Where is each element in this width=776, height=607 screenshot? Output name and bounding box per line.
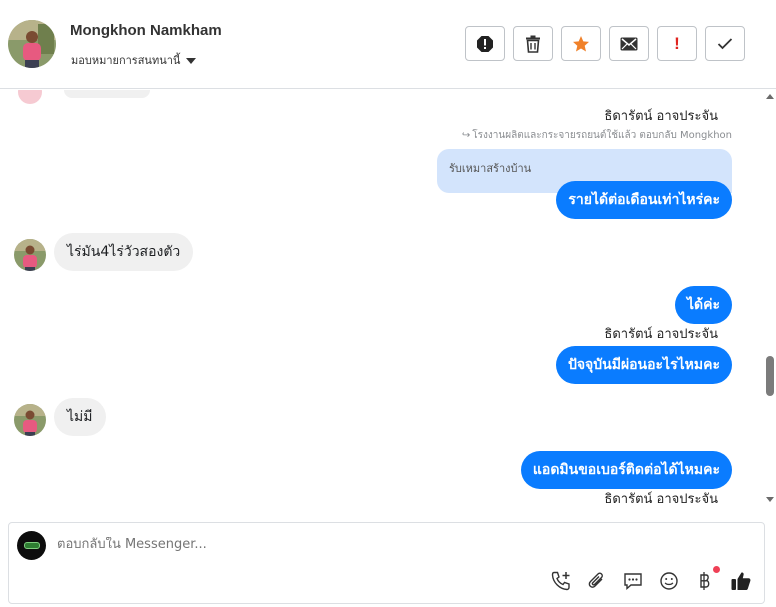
assign-conversation-dropdown[interactable]: มอบหมายการสนทนานี้ <box>71 51 197 69</box>
exclamation-icon: ! <box>674 33 680 53</box>
sender-name: ธิดารัตน์ อาจประจัน <box>604 492 718 507</box>
caret-down-icon <box>186 57 197 64</box>
reply-composer <box>8 522 765 604</box>
attach-file-button[interactable] <box>586 569 608 593</box>
outgoing-message[interactable]: แอดมินขอเบอร์ติดต่อได้ไหมคะ <box>520 451 732 489</box>
mark-unread-button[interactable] <box>609 26 649 61</box>
partial-message-bubble <box>64 90 150 98</box>
star-button[interactable] <box>561 26 601 61</box>
assign-label: มอบหมายการสนทนานี้ <box>71 54 181 67</box>
thread-scrollbar[interactable] <box>763 90 776 508</box>
contact-name[interactable]: Mongkhon Namkham <box>70 22 222 39</box>
envelope-icon <box>620 37 638 50</box>
saved-replies-icon <box>624 573 642 591</box>
sender-name: ธิดารัตน์ อาจประจัน <box>604 109 718 124</box>
add-call-button[interactable] <box>550 569 572 593</box>
sender-name: ธิดารัตน์ อาจประจัน <box>604 327 718 342</box>
reply-arrow-icon: ↪ <box>461 130 471 141</box>
outgoing-message[interactable]: ปัจจุบันมีผ่อนอะไรไหมคะ <box>555 346 732 384</box>
notification-dot <box>713 566 720 573</box>
reply-input[interactable] <box>57 537 737 552</box>
check-icon <box>717 38 733 50</box>
alert-octagon-icon <box>477 35 493 52</box>
mark-done-button[interactable] <box>705 26 745 61</box>
payment-button[interactable] <box>694 566 720 593</box>
delete-button[interactable] <box>513 26 553 61</box>
page-avatar <box>17 531 46 560</box>
add-call-icon <box>551 571 570 591</box>
composer-toolbar <box>550 566 752 593</box>
saved-replies-button[interactable] <box>622 569 644 593</box>
report-spam-button[interactable] <box>465 26 505 61</box>
attachment-icon <box>588 572 603 588</box>
like-button[interactable] <box>730 569 752 593</box>
like-icon <box>731 572 751 590</box>
conversation-header: Mongkhon Namkham มอบหมายการสนทนานี้ ! <box>0 0 776 89</box>
contact-avatar[interactable] <box>8 20 56 68</box>
contact-message-avatar[interactable] <box>14 404 46 436</box>
mark-important-button[interactable]: ! <box>657 26 697 61</box>
reply-context: ↪ โรงงานผลิตและกระจายรถยนต์ใช้แล้ว ตอบกล… <box>462 128 732 143</box>
reply-context-text: โรงงานผลิตและกระจายรถยนต์ใช้แล้ว ตอบกลับ… <box>472 130 732 141</box>
emoji-icon <box>660 572 678 590</box>
message-thread[interactable]: ธิดารัตน์ อาจประจัน ↪ โรงงานผลิตและกระจา… <box>0 90 763 508</box>
incoming-message[interactable]: ไม่มี <box>54 398 106 436</box>
trash-icon <box>526 35 540 53</box>
header-actions: ! <box>465 26 745 61</box>
partial-avatar <box>18 90 42 104</box>
outgoing-message[interactable]: ได้ค่ะ <box>674 286 732 324</box>
scrollbar-thumb[interactable] <box>766 356 774 396</box>
outgoing-message[interactable]: รายได้ต่อเดือนเท่าไหร่คะ <box>556 181 732 219</box>
messenger-inbox: Mongkhon Namkham มอบหมายการสนทนานี้ ! ธิ… <box>0 0 776 607</box>
contact-message-avatar[interactable] <box>14 239 46 271</box>
star-icon <box>573 35 589 51</box>
emoji-button[interactable] <box>658 569 680 593</box>
baht-payment-icon <box>700 572 710 590</box>
scroll-down-arrow-icon[interactable] <box>766 497 774 502</box>
scroll-up-arrow-icon[interactable] <box>766 94 774 99</box>
incoming-message[interactable]: ไร่มัน4ไร่วัวสองตัว <box>54 233 194 271</box>
